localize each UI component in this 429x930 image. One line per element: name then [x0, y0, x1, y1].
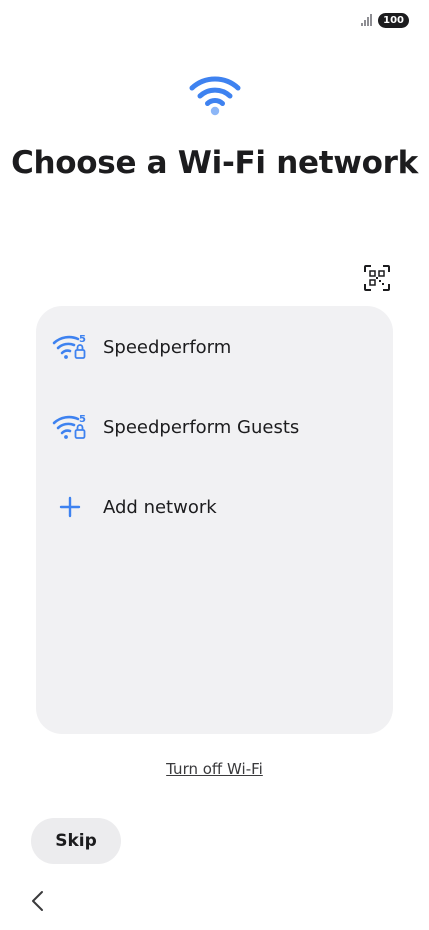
add-network-button[interactable]: Add network	[36, 477, 393, 537]
battery-level: 100	[378, 12, 409, 28]
svg-text:5: 5	[79, 414, 86, 425]
back-button[interactable]	[24, 888, 50, 914]
network-list: 5 Speedperform 5 Speedperform Guests Add…	[36, 306, 393, 734]
chevron-left-icon	[32, 891, 43, 911]
network-item-speedperform[interactable]: 5 Speedperform	[36, 317, 393, 377]
network-item-speedperform-guests[interactable]: 5 Speedperform Guests	[36, 397, 393, 457]
signal-bars-icon	[361, 14, 373, 26]
wifi-icon	[189, 74, 241, 116]
add-network-label: Add network	[103, 496, 217, 518]
turn-off-wifi-link[interactable]: Turn off Wi-Fi	[0, 760, 429, 778]
svg-text:5: 5	[79, 334, 86, 345]
qr-scan-button[interactable]	[362, 263, 392, 293]
network-name: Speedperform Guests	[103, 416, 300, 438]
wifi-5ghz-locked-icon: 5	[52, 413, 88, 441]
page-title: Choose a Wi-Fi network	[11, 145, 418, 181]
plus-icon	[52, 493, 88, 521]
wifi-5ghz-locked-icon: 5	[52, 333, 88, 361]
status-bar: 100	[361, 10, 409, 30]
skip-button[interactable]: Skip	[31, 818, 121, 864]
qr-scan-icon	[364, 265, 390, 291]
network-name: Speedperform	[103, 336, 232, 358]
